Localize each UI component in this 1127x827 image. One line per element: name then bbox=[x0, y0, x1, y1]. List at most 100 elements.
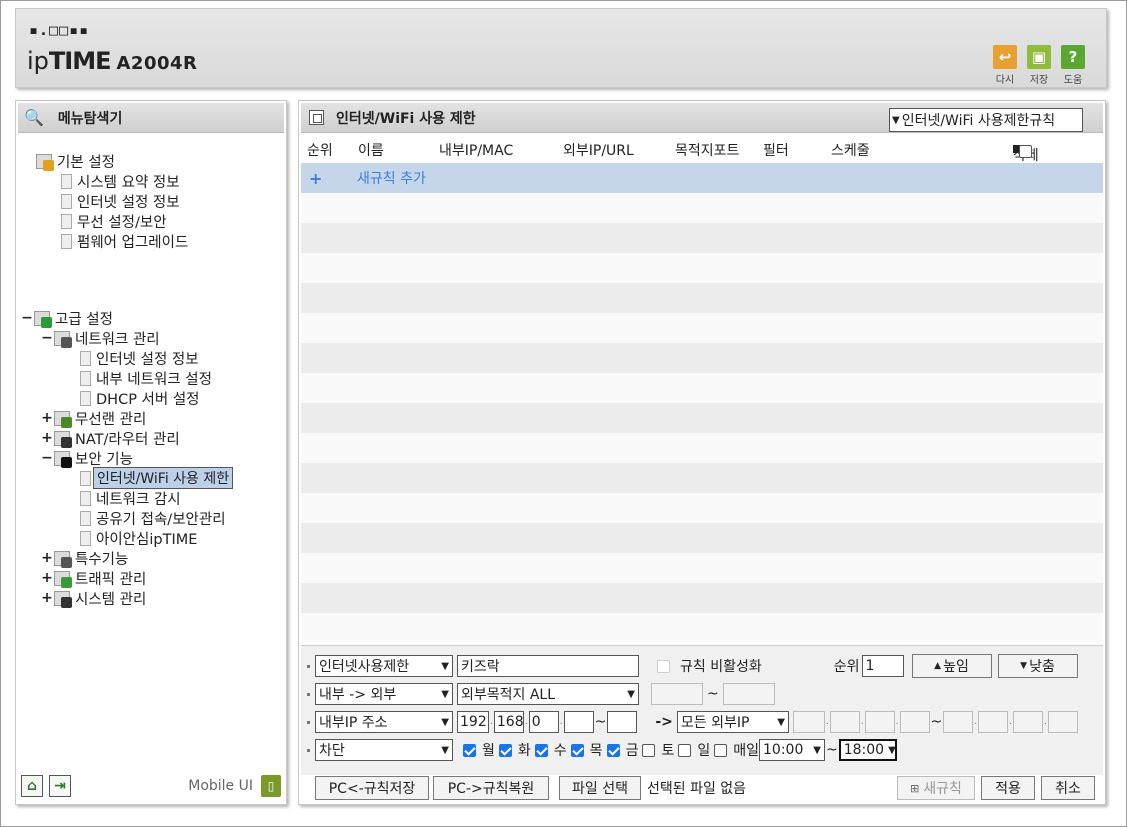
tree-item-internet-setup[interactable]: 인터넷 설정 정보 bbox=[80, 348, 199, 368]
save-button[interactable]: ▣ 저장 bbox=[1026, 45, 1052, 86]
expand-toggle[interactable]: + bbox=[40, 590, 54, 606]
tree-item-firmware[interactable]: 펌웨어 업그레이드 bbox=[61, 231, 188, 251]
new-rule-button[interactable]: ⊞ 새규칙 bbox=[897, 776, 975, 800]
external-type-select[interactable]: 모든 외부IP ▼ bbox=[676, 711, 789, 733]
collapse-toggle[interactable]: − bbox=[40, 330, 54, 346]
tree-item-internet-info[interactable]: 인터넷 설정 정보 bbox=[61, 191, 180, 211]
mobile-ui-link[interactable]: Mobile UI ▯ bbox=[188, 775, 281, 797]
ext-ip-start-2[interactable] bbox=[829, 711, 860, 733]
tree-item-router-access[interactable]: 공유기 접속/보안관리 bbox=[80, 508, 226, 528]
raise-priority-button[interactable]: ▲ 높임 bbox=[911, 654, 992, 678]
tree-security[interactable]: − 보안 기능 bbox=[40, 448, 133, 468]
cancel-button[interactable]: 취소 bbox=[1041, 776, 1095, 800]
ip-octet-1[interactable]: 192 bbox=[457, 711, 489, 733]
rule-kind-select[interactable]: 인터넷사용제한 ▼ bbox=[315, 655, 453, 677]
ext-ip-end-3[interactable] bbox=[1013, 711, 1044, 733]
ext-ip-end-2[interactable] bbox=[978, 711, 1009, 733]
tree-item-internet-wifi-limit[interactable]: 인터넷/WiFi 사용 제한 bbox=[80, 467, 234, 489]
tree-item-system-summary[interactable]: 시스템 요약 정보 bbox=[61, 171, 180, 191]
tree-advanced-settings[interactable]: − 고급 설정 bbox=[20, 308, 113, 328]
destination-select[interactable]: 외부목적지 ALL ▼ bbox=[457, 683, 639, 705]
help-button[interactable]: ? 도움 bbox=[1060, 45, 1086, 86]
port-end-input[interactable] bbox=[722, 683, 775, 705]
day-checkbox-wed[interactable] bbox=[534, 743, 548, 757]
day-checkbox-everyday[interactable] bbox=[714, 743, 728, 757]
ext-ip-start-3[interactable] bbox=[864, 711, 895, 733]
port-start-input[interactable] bbox=[651, 683, 703, 705]
col-external: 외부IP/URL bbox=[563, 143, 634, 159]
tree-basic-settings[interactable]: 기본 설정 bbox=[36, 151, 115, 171]
time-end-value: 18:00 bbox=[843, 742, 885, 758]
tree-wireless-management[interactable]: + 무선랜 관리 bbox=[40, 408, 146, 428]
rule-name-input[interactable]: 키즈락 bbox=[457, 655, 639, 677]
order-input[interactable]: 1 bbox=[861, 655, 904, 677]
day-checkbox-tue[interactable] bbox=[498, 743, 512, 757]
col-internal: 내부IP/MAC bbox=[439, 143, 514, 159]
ip-octet-3[interactable]: 0 bbox=[528, 711, 559, 733]
ext-ip-end-1[interactable] bbox=[943, 711, 974, 733]
tree-label: 내부 네트워크 설정 bbox=[96, 371, 212, 388]
logout-icon[interactable]: ⇥ bbox=[49, 775, 71, 797]
home-icon[interactable]: ⌂ bbox=[21, 775, 43, 797]
internal-type-value: 내부IP 주소 bbox=[319, 715, 388, 731]
ip-octet-4[interactable] bbox=[563, 711, 594, 733]
expand-toggle[interactable]: + bbox=[40, 550, 54, 566]
list-item bbox=[301, 253, 1103, 283]
select-all-checkbox[interactable] bbox=[1019, 145, 1032, 158]
ext-ip-start-1[interactable] bbox=[792, 711, 825, 733]
tree-special-features[interactable]: + 특수기능 bbox=[40, 548, 128, 568]
apply-button[interactable]: 적용 bbox=[981, 776, 1035, 800]
action-select[interactable]: 차단 ▼ bbox=[315, 739, 453, 761]
tree-nat-router[interactable]: + NAT/라우터 관리 bbox=[40, 428, 180, 448]
router-icon bbox=[54, 430, 72, 448]
ext-ip-end-4[interactable] bbox=[1047, 711, 1078, 733]
monitor-icon bbox=[61, 193, 72, 209]
time-start-select[interactable]: 10:00 ▼ bbox=[759, 739, 825, 761]
tree-network-management[interactable]: − 네트워크 관리 bbox=[40, 328, 160, 348]
undo-label: 다시 bbox=[995, 75, 1015, 86]
wifi-icon bbox=[61, 213, 72, 229]
add-rule-row[interactable]: + 새규칙 추가 bbox=[301, 163, 1103, 193]
expand-toggle[interactable]: + bbox=[40, 430, 54, 446]
day-label-everyday: 매일 bbox=[733, 743, 759, 759]
list-item bbox=[301, 613, 1103, 643]
tree-item-wireless-security[interactable]: 무선 설정/보안 bbox=[61, 211, 167, 231]
tree-item-dhcp[interactable]: DHCP 서버 설정 bbox=[80, 388, 200, 408]
tree-traffic-management[interactable]: + 트래픽 관리 bbox=[40, 568, 146, 588]
ip-octet-2[interactable]: 168 bbox=[493, 711, 524, 733]
tree-system-management[interactable]: + 시스템 관리 bbox=[40, 588, 146, 608]
day-checkbox-thu[interactable] bbox=[570, 743, 584, 757]
day-checkbox-fri[interactable] bbox=[606, 743, 620, 757]
collapse-toggle[interactable]: − bbox=[40, 450, 54, 466]
ip-end-input[interactable] bbox=[607, 711, 638, 733]
undo-button[interactable]: ↩ 다시 bbox=[992, 45, 1018, 86]
expand-toggle[interactable]: + bbox=[40, 570, 54, 586]
tree-label: 보안 기능 bbox=[75, 451, 133, 468]
restore-rules-from-pc-button[interactable]: PC->규칙복원 bbox=[433, 776, 549, 800]
disable-rule-checkbox[interactable] bbox=[657, 659, 670, 673]
save-label: 저장 bbox=[1029, 75, 1049, 86]
tree-item-network-monitor[interactable]: 네트워크 감시 bbox=[80, 488, 181, 508]
tree-item-lan-setup[interactable]: 내부 네트워크 설정 bbox=[80, 368, 212, 388]
internal-type-select[interactable]: 내부IP 주소 ▼ bbox=[315, 711, 453, 733]
port-range-tilde: ~ bbox=[707, 686, 719, 702]
collapse-toggle[interactable]: − bbox=[20, 310, 34, 326]
ip-range-tilde: ~ bbox=[594, 714, 607, 730]
rule-type-select[interactable]: ▼ 인터넷/WiFi 사용제한규칙 bbox=[889, 108, 1083, 132]
save-rules-to-pc-button[interactable]: PC<-규칙저장 bbox=[315, 776, 429, 800]
traffic-chart-icon bbox=[54, 570, 72, 588]
time-end-select[interactable]: 18:00 ▼ bbox=[838, 739, 897, 761]
day-checkbox-mon[interactable] bbox=[463, 743, 476, 757]
tree-label: 펌웨어 업그레이드 bbox=[77, 234, 189, 251]
day-checkbox-sun[interactable] bbox=[678, 743, 692, 757]
rule-name-value: 키즈락 bbox=[461, 659, 500, 675]
tree-item-ianshim[interactable]: 아이안심ipTIME bbox=[80, 528, 197, 548]
day-checkbox-sat[interactable] bbox=[642, 743, 656, 757]
expand-toggle[interactable]: + bbox=[40, 410, 54, 426]
lower-priority-button[interactable]: ▼ 낮춤 bbox=[997, 654, 1078, 678]
list-item bbox=[301, 493, 1103, 523]
direction-select[interactable]: 내부 -> 외부 ▼ bbox=[315, 683, 453, 705]
file-select-button[interactable]: 파일 선택 bbox=[559, 776, 641, 800]
ext-ip-start-4[interactable] bbox=[899, 711, 930, 733]
menu-explorer-footer: ⌂ ⇥ Mobile UI ▯ bbox=[21, 773, 281, 799]
